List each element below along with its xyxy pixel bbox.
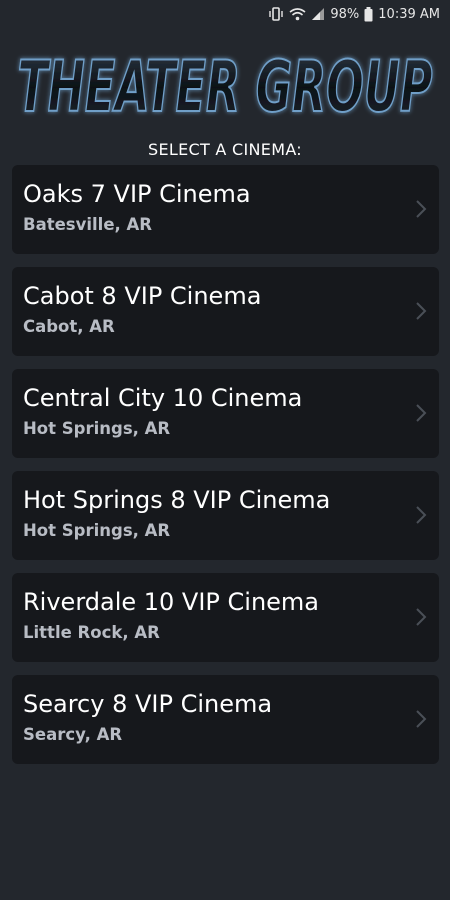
chevron-right-icon bbox=[416, 404, 427, 422]
wifi-icon bbox=[289, 7, 306, 21]
cinema-name: Hot Springs 8 VIP Cinema bbox=[23, 486, 331, 514]
cinema-location: Hot Springs, AR bbox=[23, 521, 171, 540]
cinema-list: Oaks 7 VIP Cinema Batesville, AR Cabot 8… bbox=[12, 165, 439, 777]
clock: 10:39 AM bbox=[378, 6, 440, 22]
cinema-location: Searcy, AR bbox=[23, 725, 123, 744]
cinema-location: Little Rock, AR bbox=[23, 623, 160, 642]
cinema-name: Oaks 7 VIP Cinema bbox=[23, 180, 251, 208]
theater-group-logo: THEATER GROUP bbox=[0, 36, 450, 128]
logo-graphic: THEATER GROUP bbox=[17, 45, 434, 127]
chevron-right-icon bbox=[416, 506, 427, 524]
battery-percent: 98% bbox=[330, 6, 360, 22]
cinema-card-central-city[interactable]: Central City 10 Cinema Hot Springs, AR bbox=[12, 369, 439, 458]
cinema-name: Riverdale 10 VIP Cinema bbox=[23, 588, 320, 616]
app-screen: 98% 10:39 AM THEATER GROUP SELECT A CINE… bbox=[0, 0, 450, 900]
vibrate-icon bbox=[268, 7, 284, 21]
chevron-right-icon bbox=[416, 302, 427, 320]
cinema-card-searcy[interactable]: Searcy 8 VIP Cinema Searcy, AR bbox=[12, 675, 439, 764]
status-bar: 98% 10:39 AM bbox=[0, 0, 450, 28]
battery-icon bbox=[364, 6, 373, 22]
cinema-card-hot-springs[interactable]: Hot Springs 8 VIP Cinema Hot Springs, AR bbox=[12, 471, 439, 560]
signal-icon bbox=[311, 7, 325, 21]
cinema-location: Cabot, AR bbox=[23, 317, 115, 336]
select-cinema-heading: SELECT A CINEMA: bbox=[148, 140, 302, 159]
cinema-location: Batesville, AR bbox=[23, 215, 153, 234]
cinema-name: Central City 10 Cinema bbox=[23, 384, 303, 412]
chevron-right-icon bbox=[416, 200, 427, 218]
cinema-name: Searcy 8 VIP Cinema bbox=[23, 690, 273, 718]
cinema-card-cabot[interactable]: Cabot 8 VIP Cinema Cabot, AR bbox=[12, 267, 439, 356]
cinema-location: Hot Springs, AR bbox=[23, 419, 171, 438]
logo-text: THEATER GROUP bbox=[18, 46, 433, 127]
cinema-name: Cabot 8 VIP Cinema bbox=[23, 282, 262, 310]
chevron-right-icon bbox=[416, 608, 427, 626]
cinema-card-oaks[interactable]: Oaks 7 VIP Cinema Batesville, AR bbox=[12, 165, 439, 254]
chevron-right-icon bbox=[416, 710, 427, 728]
cinema-card-riverdale[interactable]: Riverdale 10 VIP Cinema Little Rock, AR bbox=[12, 573, 439, 662]
